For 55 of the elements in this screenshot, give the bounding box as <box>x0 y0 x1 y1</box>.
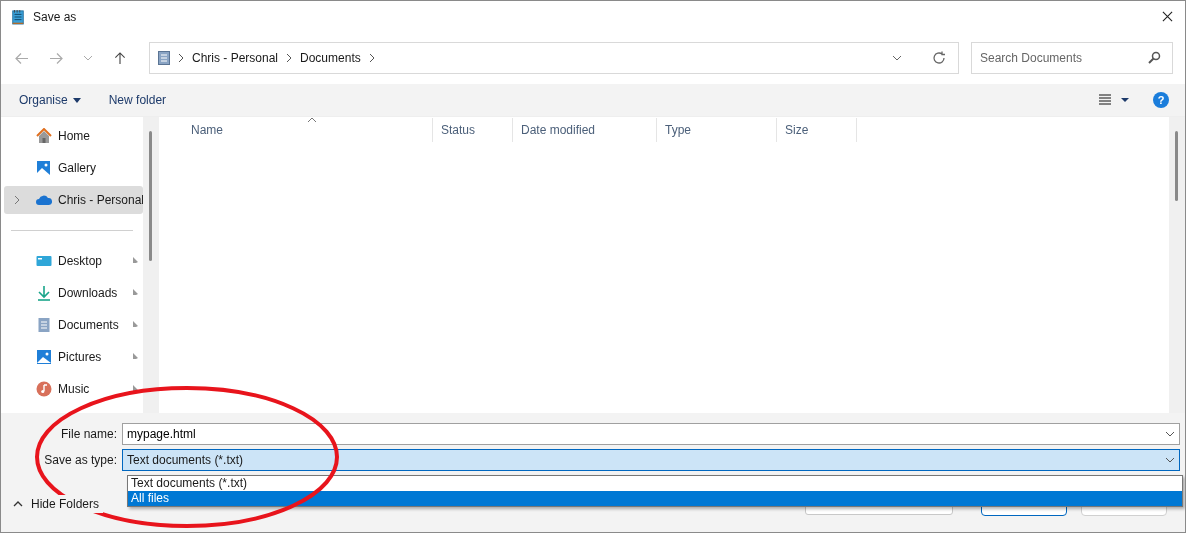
refresh-icon[interactable] <box>932 51 946 65</box>
chevron-down-icon[interactable] <box>892 55 902 61</box>
chevron-right-icon <box>368 53 375 63</box>
back-arrow-icon[interactable] <box>15 51 29 65</box>
document-icon <box>158 51 170 65</box>
file-name-field[interactable]: mypage.html <box>122 423 1180 445</box>
music-note-icon <box>36 381 52 397</box>
sort-caret-icon <box>307 117 316 122</box>
chevron-down-icon[interactable] <box>1165 431 1175 437</box>
organise-button[interactable]: Organise <box>11 89 89 111</box>
chevron-right-icon <box>178 53 184 63</box>
document-icon <box>36 317 52 333</box>
sidebar-item[interactable]: Music <box>4 375 143 403</box>
image-icon <box>36 160 52 176</box>
window-title: Save as <box>33 9 77 24</box>
house-icon <box>36 128 52 144</box>
chevron-right-icon[interactable] <box>14 195 20 205</box>
column-header[interactable]: Type <box>657 118 777 142</box>
desktop-icon <box>36 253 52 269</box>
sidebar-item[interactable]: Pictures <box>4 343 143 371</box>
chevron-up-icon <box>13 500 23 507</box>
column-header[interactable]: Status <box>433 118 513 142</box>
new-folder-button[interactable]: New folder <box>100 89 175 111</box>
scrollbar[interactable] <box>143 117 159 413</box>
download-icon <box>36 285 52 301</box>
breadcrumb-item[interactable]: Documents <box>300 51 361 65</box>
sidebar-item[interactable]: Documents <box>4 311 143 339</box>
search-icon[interactable] <box>1147 51 1161 65</box>
sidebar-item[interactable]: Desktop <box>4 247 143 275</box>
column-header[interactable]: Name <box>183 118 433 142</box>
scrollbar[interactable] <box>1169 117 1185 413</box>
notepad-icon <box>11 8 25 25</box>
file-name-label: File name: <box>59 427 118 441</box>
address-bar[interactable]: Chris - Personal Documents <box>149 42 959 74</box>
dropdown-option[interactable]: Text documents (*.txt) <box>128 476 1182 491</box>
chevron-right-icon <box>286 53 293 63</box>
dropdown-option[interactable]: All files <box>128 491 1182 506</box>
sidebar-item[interactable]: Chris - Personal <box>4 186 143 214</box>
image-icon <box>36 349 52 365</box>
view-menu-icon[interactable] <box>1099 94 1129 106</box>
breadcrumb-item[interactable]: Chris - Personal <box>192 51 279 65</box>
search-field[interactable]: Search Documents <box>971 42 1173 74</box>
help-icon[interactable]: ? <box>1153 92 1169 108</box>
sidebar-item[interactable]: Gallery <box>4 154 143 182</box>
up-arrow-icon[interactable] <box>113 51 127 65</box>
caret-icon <box>72 97 81 103</box>
save-as-type-label: Save as type: <box>43 453 118 467</box>
sidebar-item[interactable]: Downloads <box>4 279 143 307</box>
forward-arrow-icon[interactable] <box>49 51 63 65</box>
save-as-type-dropdown[interactable]: Text documents (*.txt) <box>122 449 1180 471</box>
sidebar-item[interactable]: Home <box>4 122 143 150</box>
chevron-down-icon <box>1165 457 1175 463</box>
column-header[interactable]: Date modified <box>513 118 657 142</box>
close-icon[interactable] <box>1162 11 1173 22</box>
column-header[interactable]: Size <box>777 118 857 142</box>
